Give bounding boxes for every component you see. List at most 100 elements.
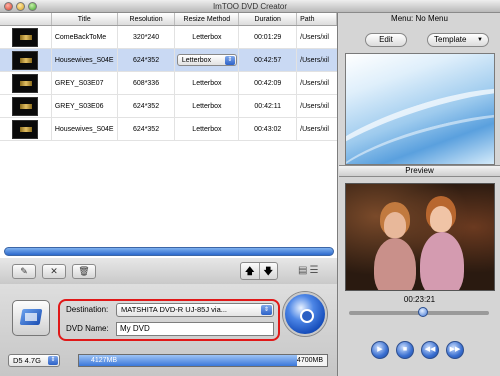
previous-button[interactable]: ◀◀ — [421, 341, 439, 359]
destination-value: MATSHITA DVD-R UJ-85J via... — [121, 305, 227, 314]
select-arrows-icon: ⇕ — [261, 305, 272, 315]
dvd-settings-button[interactable] — [12, 300, 50, 336]
table-row[interactable]: ComeBackToMe 320*240 Letterbox 00:01:29 … — [0, 25, 337, 49]
path-cell: /Users/xil — [300, 102, 329, 110]
seek-knob[interactable] — [418, 307, 428, 317]
template-select[interactable]: Template ▼ — [427, 33, 489, 47]
trash-button[interactable]: 🗑 — [72, 264, 96, 279]
dvd-name-label: DVD Name: — [66, 324, 109, 333]
used-capacity: 4127MB — [91, 357, 118, 364]
path-cell: /Users/xil — [300, 79, 329, 87]
chevron-down-icon: ▼ — [477, 37, 483, 43]
play-icon: ▶ — [377, 346, 383, 353]
duration-cell: 00:42:57 — [239, 48, 298, 72]
column-resize-method[interactable]: Resize Method — [175, 13, 240, 25]
reorder-buttons: 🡅 🡇 — [240, 262, 278, 280]
window-title: ImTOO DVD Creator — [212, 2, 288, 11]
table-row[interactable]: GREY_S03E07 608*336 Letterbox 00:42:09 /… — [0, 71, 337, 95]
next-button[interactable]: ▶▶ — [446, 341, 464, 359]
menu-preview — [345, 53, 495, 165]
video-preview — [345, 183, 495, 291]
video-thumbnail — [12, 96, 39, 116]
table-row[interactable]: Housewives_S04E 624*352 Letterbox ⇕ 00:42… — [0, 48, 337, 72]
remove-clip-button[interactable]: ✕ — [42, 264, 66, 279]
table-row[interactable]: Housewives_S04E 624*352 Letterbox 00:43:… — [0, 117, 337, 141]
path-cell: /Users/xil — [300, 33, 329, 41]
resolution-cell: 320*240 — [118, 25, 176, 49]
stop-button[interactable]: ■ — [396, 341, 414, 359]
rewind-icon: ◀◀ — [424, 346, 436, 353]
video-thumbnail — [12, 119, 39, 139]
move-up-button[interactable]: 🡅 — [241, 263, 260, 279]
resize-cell: Letterbox — [175, 71, 240, 95]
total-capacity: 4700MB — [296, 357, 323, 364]
destination-label: Destination: — [66, 305, 109, 314]
column-thumbnail[interactable] — [0, 13, 52, 25]
resolution-cell: 624*352 — [118, 48, 176, 72]
disc-type-select[interactable]: D5 4.7G ⇕ — [8, 354, 60, 367]
duration-cell: 00:42:11 — [239, 94, 298, 118]
resize-cell: Letterbox — [175, 94, 240, 118]
path-cell: /Users/xil — [300, 56, 329, 64]
duration-cell: 00:43:02 — [239, 117, 298, 141]
video-thumbnail — [12, 73, 39, 93]
menu-header: Menu: No Menu — [391, 14, 448, 23]
output-panel: Destination: MATSHITA DVD-R UJ-85J via..… — [0, 284, 338, 376]
thumbnail-cell — [0, 48, 52, 72]
thumbnail-cell — [0, 71, 52, 95]
path-cell: /Users/xil — [300, 125, 329, 133]
figure-left-head — [384, 212, 406, 238]
detail-view-icon[interactable]: ☰ — [309, 265, 320, 276]
duration-cell: 00:01:29 — [239, 25, 298, 49]
figure-right — [420, 232, 464, 290]
play-button[interactable]: ▶ — [371, 341, 389, 359]
destination-select[interactable]: MATSHITA DVD-R UJ-85J via... ⇕ — [116, 303, 274, 317]
title-cell: Housewives_S04E — [52, 48, 118, 72]
move-down-button[interactable]: 🡇 — [260, 263, 278, 279]
capacity-bar: 4127MB 4700MB — [78, 354, 328, 367]
resize-cell: Letterbox — [175, 117, 240, 141]
edit-clip-button[interactable]: ✎ — [12, 264, 36, 279]
menu-edit-button[interactable]: Edit — [365, 33, 407, 47]
select-arrows-icon: ⇕ — [48, 356, 58, 365]
trash-icon: 🗑 — [78, 266, 90, 276]
title-cell: ComeBackToMe — [52, 25, 118, 49]
resize-cell: Letterbox — [175, 25, 240, 49]
preview-header: Preview — [339, 165, 500, 177]
video-thumbnail — [12, 27, 39, 47]
template-label: Template — [434, 35, 467, 44]
resolution-cell: 624*352 — [118, 94, 176, 118]
table-row[interactable]: GREY_S03E06 624*352 Letterbox 00:42:11 /… — [0, 94, 337, 118]
playback-controls: ▶ ■ ◀◀ ▶▶ — [371, 341, 464, 359]
horizontal-scrollbar[interactable] — [4, 247, 334, 256]
fast-forward-icon: ▶▶ — [449, 346, 461, 353]
figure-left — [374, 238, 416, 290]
view-toggle: ▤☰ — [298, 265, 320, 276]
thumbnail-cell — [0, 94, 52, 118]
stop-icon: ■ — [402, 346, 408, 353]
column-resolution[interactable]: Resolution — [118, 13, 176, 25]
thumbnail-cell — [0, 25, 52, 49]
dvd-name-input[interactable]: My DVD — [116, 322, 274, 336]
figure-right-head — [430, 206, 452, 232]
edit-icon: ✎ — [20, 266, 28, 276]
resolution-cell: 624*352 — [118, 117, 176, 141]
column-duration[interactable]: Duration — [239, 13, 298, 25]
resize-cell: Letterbox ⇕ — [175, 48, 240, 72]
video-thumbnail — [12, 50, 39, 70]
burn-button[interactable] — [283, 292, 327, 336]
select-arrows-icon: ⇕ — [224, 55, 235, 65]
delete-icon: ✕ — [50, 266, 58, 276]
title-cell: GREY_S03E06 — [52, 94, 118, 118]
seek-slider[interactable] — [349, 307, 489, 317]
table-toolbar: ✎ ✕ 🗑 🡅 🡇 ▤☰ — [0, 258, 338, 284]
resize-method-value: Letterbox — [181, 56, 212, 64]
thumbnail-cell — [0, 117, 52, 141]
resize-method-select[interactable]: Letterbox ⇕ — [176, 53, 237, 66]
column-title[interactable]: Title — [52, 13, 118, 25]
column-path[interactable]: Path — [297, 13, 337, 25]
duration-cell: 00:42:09 — [239, 71, 298, 95]
list-view-icon[interactable]: ▤ — [298, 265, 309, 276]
file-table: Title Resolution Resize Method Duration … — [0, 13, 338, 258]
resolution-cell: 608*336 — [118, 71, 176, 95]
